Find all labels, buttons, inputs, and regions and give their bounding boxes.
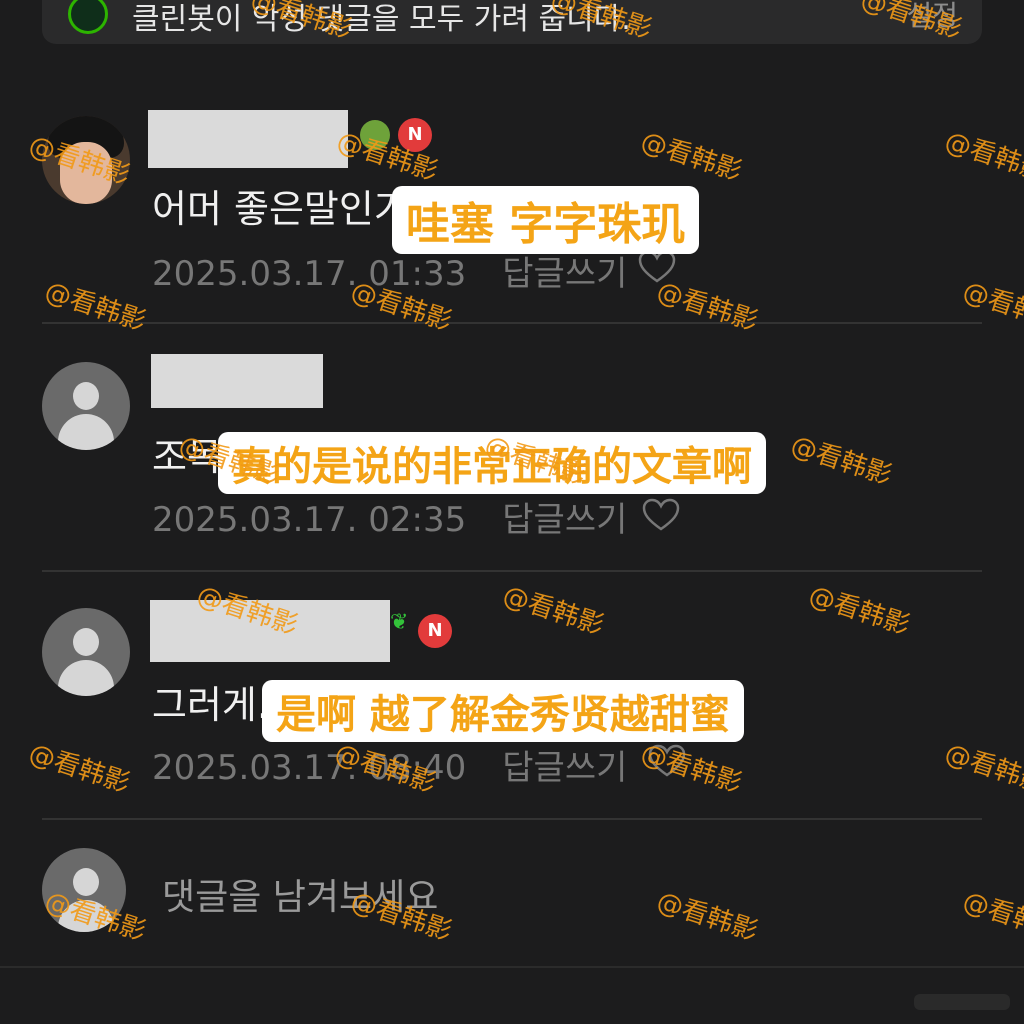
divider bbox=[42, 818, 982, 820]
comment-text: 그러게. bbox=[152, 683, 269, 727]
divider bbox=[42, 570, 982, 572]
comment-time: 2025.03.17. 02:35 bbox=[152, 500, 467, 540]
comment-time: 2025.03.17. 01:33 bbox=[152, 254, 467, 294]
comment-input-row[interactable]: 댓글을 남겨보세요 bbox=[42, 848, 982, 948]
avatar[interactable] bbox=[42, 362, 130, 450]
reply-link[interactable]: 답글쓰기 bbox=[502, 500, 627, 540]
like-heart-icon[interactable] bbox=[642, 498, 680, 532]
comment-text: 어머 좋은말인가 bbox=[152, 187, 409, 231]
sprout-badge-icon: ❦ bbox=[390, 610, 409, 635]
reply-link[interactable]: 답글쓰기 bbox=[502, 254, 627, 294]
avatar[interactable] bbox=[42, 608, 130, 696]
avatar[interactable] bbox=[42, 116, 130, 204]
comment-meta: 2025.03.17. 08:40 답글쓰기 bbox=[152, 740, 627, 789]
comment-text: 조목 bbox=[152, 435, 222, 479]
author-name-redacted[interactable] bbox=[151, 354, 323, 408]
cleanbot-icon bbox=[68, 0, 108, 34]
caption-overlay: 是啊 越了解金秀贤越甜蜜 bbox=[262, 680, 744, 742]
frog-badge-icon bbox=[360, 120, 390, 150]
cleanbot-settings-link[interactable]: 설정 bbox=[906, 0, 958, 34]
cleanbot-text: 클린봇이 악성 댓글을 모두 가려 줍니다. bbox=[132, 2, 631, 37]
like-heart-icon[interactable] bbox=[638, 250, 676, 284]
author-name-redacted[interactable] bbox=[150, 600, 390, 662]
caption-overlay: 哇塞 字字珠玑 bbox=[392, 186, 700, 254]
cleanbot-bar: 클린봇이 악성 댓글을 모두 가려 줍니다. 설정 bbox=[42, 0, 982, 44]
like-heart-icon[interactable] bbox=[648, 744, 686, 778]
caption-overlay: 真的是说的非常正确的文章啊 bbox=[218, 432, 766, 494]
new-badge: N bbox=[398, 118, 432, 152]
comment-input[interactable]: 댓글을 남겨보세요 bbox=[162, 868, 438, 920]
reply-link[interactable]: 답글쓰기 bbox=[502, 748, 627, 788]
comment-meta: 2025.03.17. 02:35 답글쓰기 bbox=[152, 492, 627, 541]
corner-watermark bbox=[914, 994, 1010, 1010]
comment-time: 2025.03.17. 08:40 bbox=[152, 748, 467, 788]
divider bbox=[0, 966, 1024, 968]
new-badge: N bbox=[418, 614, 452, 648]
author-name-redacted[interactable] bbox=[148, 110, 348, 168]
avatar bbox=[42, 848, 126, 932]
divider bbox=[42, 322, 982, 324]
